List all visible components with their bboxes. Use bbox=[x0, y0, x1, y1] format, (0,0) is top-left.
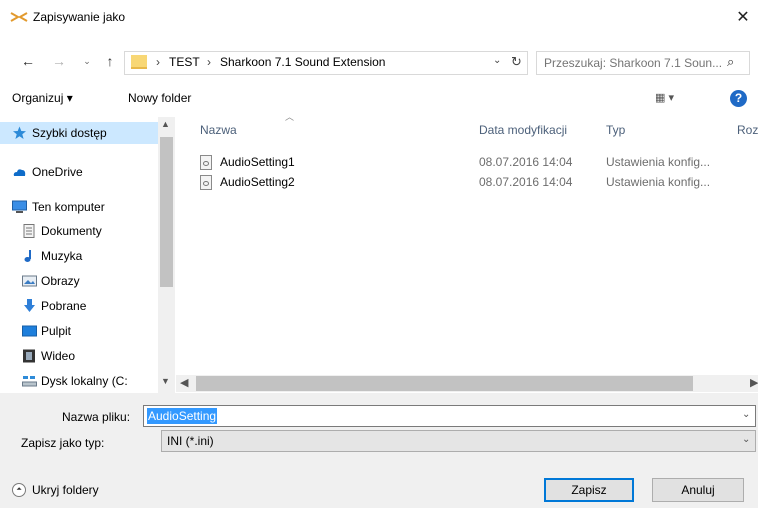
settings-file-icon bbox=[200, 155, 212, 170]
save-as-type-select[interactable]: INI (*.ini) ⌄ bbox=[161, 430, 756, 452]
nav-item-label: Pulpit bbox=[41, 324, 72, 338]
file-type: Ustawienia konfig... bbox=[606, 155, 711, 169]
settings-file-icon bbox=[200, 175, 212, 190]
column-header-type[interactable]: Typ bbox=[606, 123, 625, 137]
navigation-pane: Szybki dostęp OneDrive Ten komputer Doku… bbox=[0, 117, 175, 393]
chevron-down-icon[interactable]: ⌄ bbox=[493, 55, 501, 66]
drive-icon bbox=[22, 376, 37, 387]
recent-locations-icon[interactable]: ⌄ bbox=[78, 52, 96, 70]
nav-item-label: OneDrive bbox=[32, 165, 83, 179]
scroll-up-icon[interactable]: ▲ bbox=[161, 119, 170, 129]
breadcrumb-separator[interactable]: › bbox=[207, 55, 211, 69]
nav-item-label: Pobrane bbox=[41, 299, 87, 313]
nav-item-label: Dysk lokalny (C: bbox=[41, 374, 128, 388]
desktop-icon bbox=[22, 325, 37, 337]
search-box[interactable]: ⌕ bbox=[536, 51, 750, 75]
file-row[interactable]: AudioSetting1 08.07.2016 14:04 Ustawieni… bbox=[196, 153, 756, 173]
toolbar bbox=[0, 83, 758, 113]
organize-button[interactable]: Organizuj ▾ bbox=[12, 91, 73, 105]
refresh-icon[interactable]: ↻ bbox=[511, 54, 522, 70]
file-type: Ustawienia konfig... bbox=[606, 175, 711, 189]
forward-arrow-icon[interactable]: → bbox=[50, 52, 68, 70]
scroll-right-icon[interactable]: ▶ bbox=[750, 376, 758, 389]
music-icon bbox=[24, 250, 31, 262]
video-icon bbox=[23, 349, 35, 363]
nav-item-label: Ten komputer bbox=[32, 200, 105, 214]
help-icon[interactable]: ? bbox=[730, 90, 747, 107]
column-header-size[interactable]: Rozi bbox=[737, 123, 758, 137]
filename-label: Nazwa pliku: bbox=[62, 410, 131, 424]
scroll-down-icon[interactable]: ▼ bbox=[161, 376, 170, 386]
computer-icon bbox=[12, 200, 27, 213]
search-input[interactable] bbox=[537, 52, 723, 74]
file-date: 08.07.2016 14:04 bbox=[479, 155, 573, 169]
nav-item-label: Dokumenty bbox=[41, 224, 102, 238]
horizontal-scrollbar-thumb[interactable] bbox=[196, 376, 693, 391]
nav-item-label: Wideo bbox=[41, 349, 76, 363]
file-date: 08.07.2016 14:04 bbox=[479, 175, 573, 189]
chevron-down-icon[interactable]: ⌄ bbox=[742, 409, 750, 420]
hide-folders-label: Ukryj foldery bbox=[32, 483, 99, 497]
filename-combobox[interactable]: AudioSetting ⌄ bbox=[143, 405, 756, 427]
column-header-date[interactable]: Data modyfikacji bbox=[479, 123, 567, 137]
file-name: AudioSetting1 bbox=[220, 155, 295, 169]
breadcrumb-sharkoon[interactable]: Sharkoon 7.1 Sound Extension bbox=[220, 55, 385, 69]
pictures-icon bbox=[22, 275, 37, 287]
nav-item-label: Muzyka bbox=[41, 249, 83, 263]
file-name: AudioSetting2 bbox=[220, 175, 295, 189]
sort-ascending-icon: ︿ bbox=[285, 112, 295, 122]
up-arrow-icon[interactable]: ↑ bbox=[101, 52, 119, 70]
view-options-icon[interactable]: ▦ ▾ bbox=[655, 91, 674, 104]
save-button[interactable]: Zapisz bbox=[544, 478, 634, 502]
nav-scrollbar-thumb[interactable] bbox=[160, 137, 173, 287]
cancel-button[interactable]: Anuluj bbox=[652, 478, 744, 502]
filename-field[interactable]: AudioSetting bbox=[147, 408, 218, 424]
chevron-down-icon[interactable]: ⌄ bbox=[742, 434, 750, 445]
file-row[interactable]: AudioSetting2 08.07.2016 14:04 Ustawieni… bbox=[196, 173, 756, 193]
nav-item-quick-access[interactable]: Szybki dostęp bbox=[0, 122, 158, 144]
nav-item-label: Szybki dostęp bbox=[32, 126, 107, 140]
cloud-icon bbox=[13, 169, 26, 176]
document-icon bbox=[23, 224, 35, 238]
nav-item-label: Obrazy bbox=[41, 274, 80, 288]
back-arrow-icon[interactable]: ← bbox=[19, 52, 37, 70]
search-icon[interactable]: ⌕ bbox=[727, 54, 734, 70]
collapse-up-icon: ⏶ bbox=[12, 483, 26, 497]
folder-icon bbox=[131, 55, 147, 69]
window-title: Zapisywanie jako bbox=[33, 10, 126, 24]
column-header-name[interactable]: Nazwa bbox=[200, 123, 237, 137]
new-folder-button[interactable]: Nowy folder bbox=[128, 91, 191, 105]
close-button[interactable]: ✕ bbox=[728, 6, 758, 30]
download-icon bbox=[24, 299, 35, 312]
breadcrumb-test[interactable]: TEST bbox=[169, 55, 200, 69]
sharkoon-app-icon bbox=[10, 12, 28, 22]
star-icon bbox=[13, 126, 26, 139]
address-bar[interactable]: › TEST › Sharkoon 7.1 Sound Extension ⌄ … bbox=[124, 51, 528, 75]
breadcrumb-separator[interactable]: › bbox=[156, 55, 160, 69]
save-as-type-label: Zapisz jako typ: bbox=[21, 436, 105, 450]
save-as-type-value: INI (*.ini) bbox=[167, 434, 214, 448]
scroll-left-icon[interactable]: ◀ bbox=[180, 376, 188, 389]
